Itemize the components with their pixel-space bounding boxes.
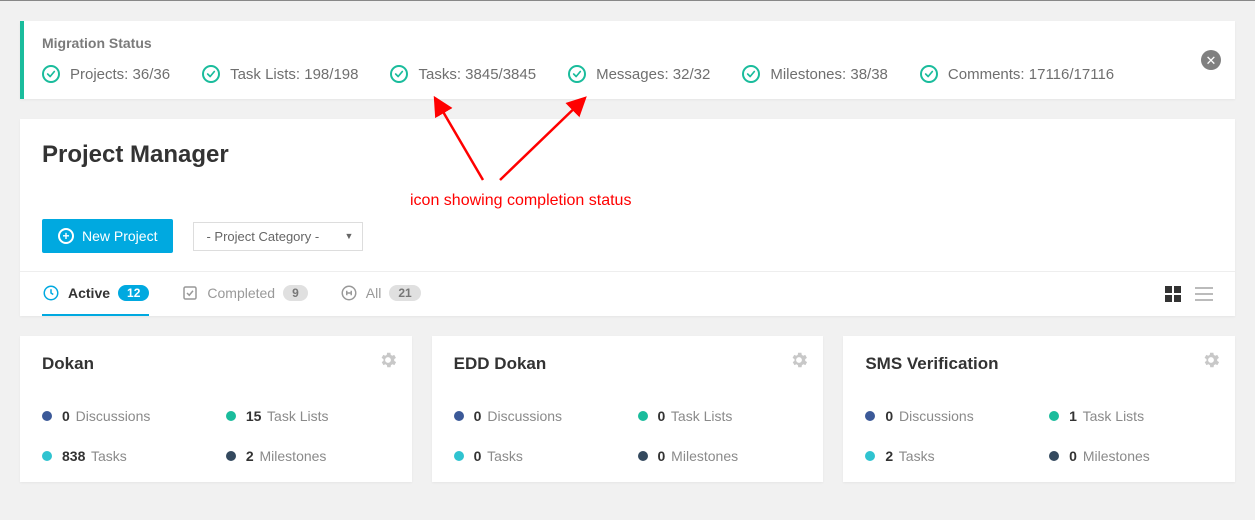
dot-icon: [865, 451, 875, 461]
dot-icon: [454, 451, 464, 461]
tab-label: Active: [68, 285, 110, 301]
migration-item-comments: Comments: 17116/17116: [920, 65, 1114, 83]
migration-item-projects: Projects: 36/36: [42, 65, 170, 83]
stat-discussions: 0 Discussions: [42, 408, 206, 424]
check-circle-icon: [390, 65, 408, 83]
main-panel: Project Manager + New Project - Project …: [20, 119, 1235, 316]
tab-count-badge: 12: [118, 285, 149, 301]
all-icon: [340, 284, 358, 302]
plus-circle-icon: +: [58, 228, 74, 244]
gear-icon[interactable]: [378, 350, 398, 370]
stat-milestones: 2 Milestones: [226, 448, 390, 464]
stat-discussions: 0 Discussions: [454, 408, 618, 424]
tabs-row: Active 12 Completed 9 All 21: [20, 271, 1235, 316]
migration-item-tasks: Tasks: 3845/3845: [390, 65, 536, 83]
project-card[interactable]: EDD Dokan 0 Discussions 0 Task Lists 0 T…: [432, 336, 824, 482]
tab-active[interactable]: Active 12: [42, 272, 149, 316]
dot-icon: [1049, 451, 1059, 461]
tab-all[interactable]: All 21: [340, 272, 421, 316]
gear-icon[interactable]: [789, 350, 809, 370]
tab-count-badge: 21: [389, 285, 420, 301]
stat-task-lists: 0 Task Lists: [638, 408, 802, 424]
dot-icon: [454, 411, 464, 421]
project-stats: 0 Discussions 1 Task Lists 2 Tasks 0 Mil…: [865, 408, 1213, 464]
project-title: SMS Verification: [865, 354, 1213, 374]
close-icon[interactable]: ✕: [1201, 50, 1221, 70]
project-title: Dokan: [42, 354, 390, 374]
check-circle-icon: [202, 65, 220, 83]
list-view-button[interactable]: [1195, 287, 1213, 301]
stat-discussions: 0 Discussions: [865, 408, 1029, 424]
dot-icon: [42, 411, 52, 421]
migration-item-messages: Messages: 32/32: [568, 65, 710, 83]
dot-icon: [865, 411, 875, 421]
migration-item-text: Tasks: 3845/3845: [418, 66, 536, 83]
stat-task-lists: 1 Task Lists: [1049, 408, 1213, 424]
tab-label: Completed: [207, 285, 275, 301]
project-title: EDD Dokan: [454, 354, 802, 374]
new-project-label: New Project: [82, 228, 157, 244]
migration-item-text: Projects: 36/36: [70, 66, 170, 83]
migration-status-panel: Migration Status Projects: 36/36 Task Li…: [20, 21, 1235, 99]
projects-grid: Dokan 0 Discussions 15 Task Lists 838 Ta…: [20, 336, 1235, 482]
dot-icon: [42, 451, 52, 461]
migration-item-task-lists: Task Lists: 198/198: [202, 65, 358, 83]
stat-task-lists: 15 Task Lists: [226, 408, 390, 424]
migration-items-row: Projects: 36/36 Task Lists: 198/198 Task…: [42, 65, 1217, 83]
migration-item-text: Task Lists: 198/198: [230, 66, 358, 83]
view-toggle: [1165, 286, 1213, 302]
tab-completed[interactable]: Completed 9: [181, 272, 307, 316]
migration-item-text: Comments: 17116/17116: [948, 66, 1114, 83]
check-square-icon: [181, 284, 199, 302]
tab-label: All: [366, 285, 382, 301]
toolbar: + New Project - Project Category -: [42, 219, 1213, 253]
stat-tasks: 0 Tasks: [454, 448, 618, 464]
project-category-select[interactable]: - Project Category -: [193, 222, 363, 251]
migration-title: Migration Status: [42, 35, 1217, 51]
project-card[interactable]: SMS Verification 0 Discussions 1 Task Li…: [843, 336, 1235, 482]
project-card[interactable]: Dokan 0 Discussions 15 Task Lists 838 Ta…: [20, 336, 412, 482]
gear-icon[interactable]: [1201, 350, 1221, 370]
dot-icon: [1049, 411, 1059, 421]
check-circle-icon: [42, 65, 60, 83]
check-circle-icon: [742, 65, 760, 83]
stat-milestones: 0 Milestones: [1049, 448, 1213, 464]
clock-icon: [42, 284, 60, 302]
grid-view-button[interactable]: [1165, 286, 1181, 302]
grid-icon: [1165, 286, 1181, 302]
project-stats: 0 Discussions 15 Task Lists 838 Tasks 2 …: [42, 408, 390, 464]
migration-item-text: Milestones: 38/38: [770, 66, 888, 83]
tab-count-badge: 9: [283, 285, 308, 301]
stat-milestones: 0 Milestones: [638, 448, 802, 464]
annotation-text: icon showing completion status: [410, 192, 631, 210]
migration-item-milestones: Milestones: 38/38: [742, 65, 888, 83]
page-title: Project Manager: [42, 141, 1213, 169]
list-icon: [1195, 287, 1213, 301]
migration-item-text: Messages: 32/32: [596, 66, 710, 83]
dot-icon: [638, 411, 648, 421]
project-stats: 0 Discussions 0 Task Lists 0 Tasks 0 Mil…: [454, 408, 802, 464]
dot-icon: [226, 411, 236, 421]
dot-icon: [226, 451, 236, 461]
check-circle-icon: [568, 65, 586, 83]
check-circle-icon: [920, 65, 938, 83]
stat-tasks: 2 Tasks: [865, 448, 1029, 464]
stat-tasks: 838 Tasks: [42, 448, 206, 464]
new-project-button[interactable]: + New Project: [42, 219, 173, 253]
dot-icon: [638, 451, 648, 461]
